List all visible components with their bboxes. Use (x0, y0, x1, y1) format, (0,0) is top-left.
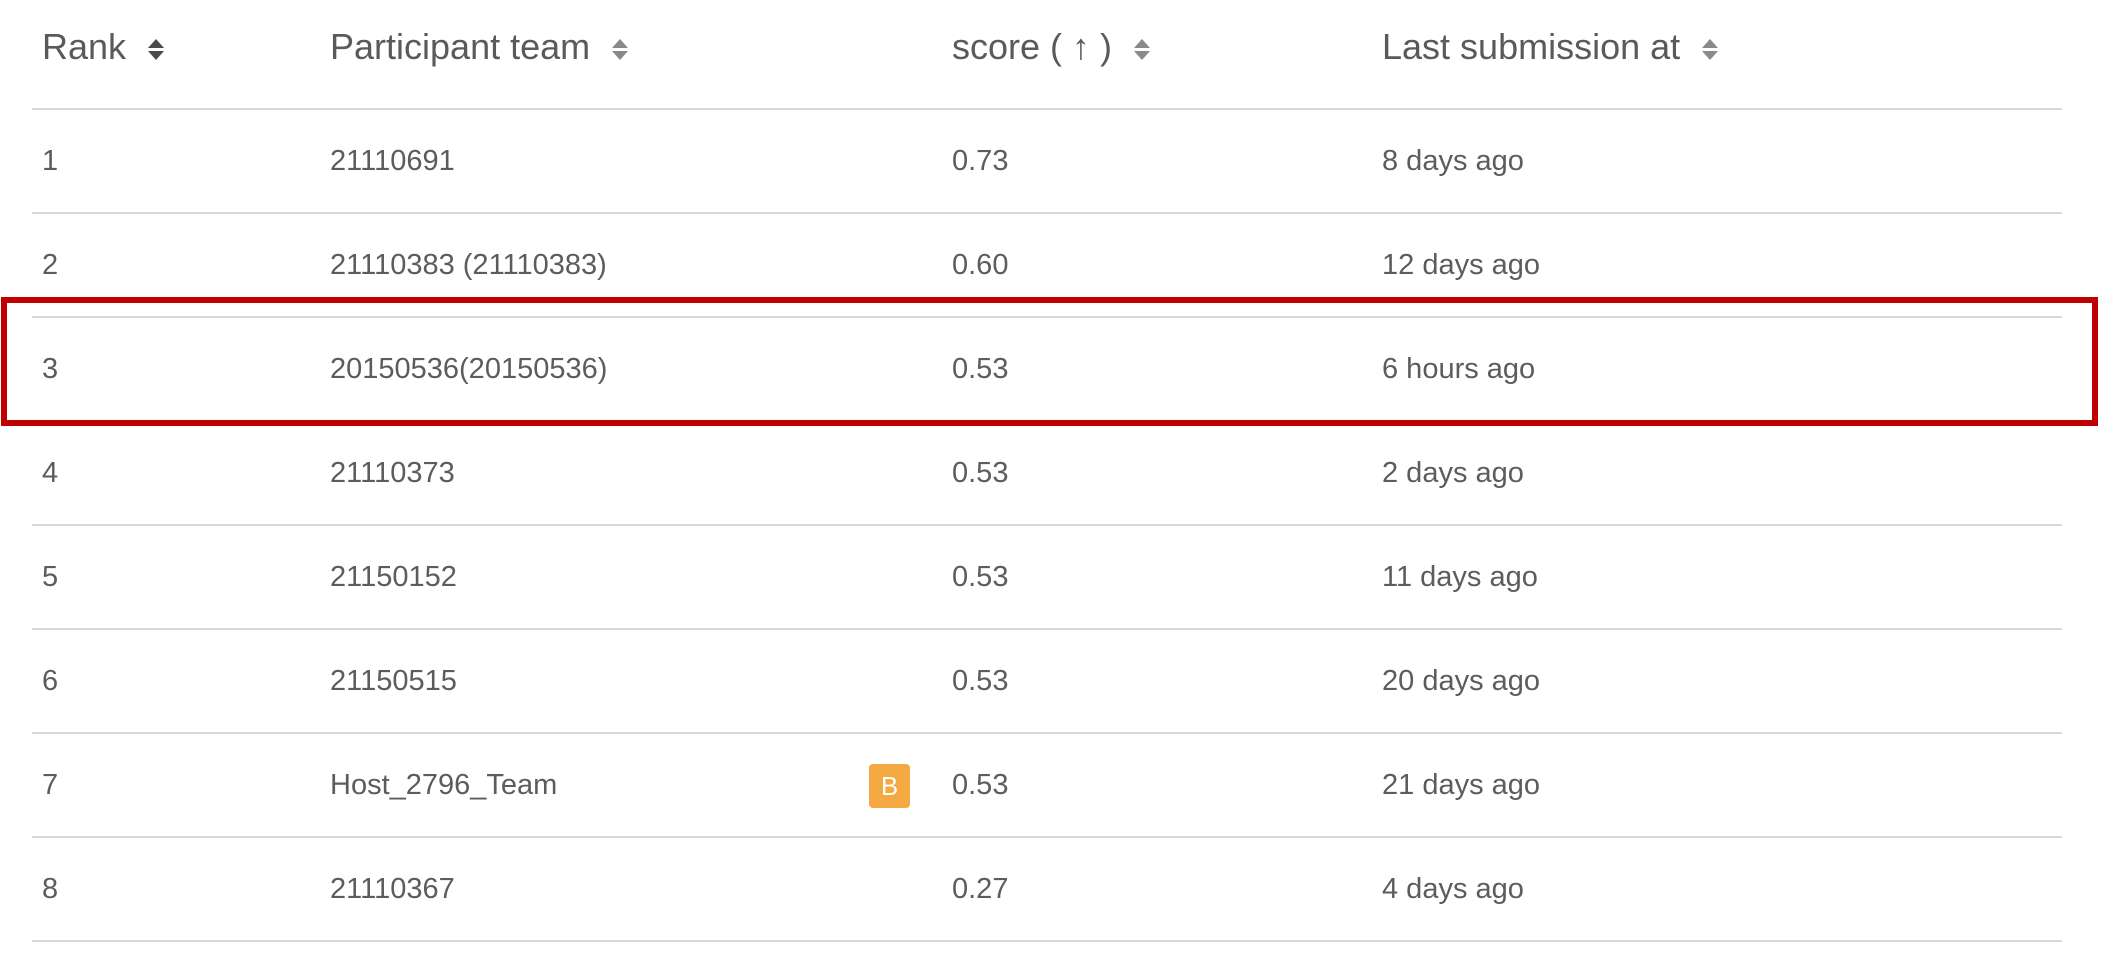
header-score[interactable]: score ( ↑ ) (952, 0, 1151, 94)
score-cell: 0.27 (952, 872, 1009, 905)
table-row: 8 21110367 0.27 4 days ago (32, 838, 2062, 942)
team-cell: 20150536(20150536) (330, 352, 608, 385)
header-rank-label: Rank (42, 26, 127, 67)
table-row: 7 Host_2796_Team B 0.53 21 days ago (32, 734, 2062, 838)
sort-icon[interactable] (148, 38, 165, 62)
team-cell: 21110691 (330, 144, 455, 177)
team-cell: 21110383 (21110383) (330, 248, 607, 281)
header-team-label: Participant team (330, 26, 591, 67)
time-cell: 20 days ago (1382, 664, 1541, 697)
rank-cell: 8 (42, 872, 59, 905)
table-row: 2 21110383 (21110383) 0.60 12 days ago (32, 214, 2062, 318)
time-cell: 21 days ago (1382, 768, 1541, 801)
score-cell: 0.53 (952, 560, 1009, 593)
sort-icon[interactable] (1702, 38, 1719, 62)
header-team[interactable]: Participant team (330, 0, 629, 94)
table-row: 5 21150152 0.53 11 days ago (32, 526, 2062, 630)
table-row: 4 21110373 0.53 2 days ago (32, 422, 2062, 526)
score-cell: 0.53 (952, 352, 1009, 385)
team-cell: 21110367 (330, 872, 455, 905)
time-cell: 8 days ago (1382, 144, 1524, 177)
time-cell: 11 days ago (1382, 560, 1538, 593)
time-cell: 4 days ago (1382, 872, 1524, 905)
rank-cell: 7 (42, 768, 59, 801)
sort-icon[interactable] (612, 38, 629, 62)
team-cell: 21150515 (330, 664, 457, 697)
sort-icon[interactable] (1134, 38, 1151, 62)
table-row: 1 21110691 0.73 8 days ago (32, 110, 2062, 214)
rank-cell: 5 (42, 560, 59, 593)
rank-cell: 2 (42, 248, 59, 281)
baseline-badge-icon: B (869, 764, 910, 808)
score-cell: 0.73 (952, 144, 1009, 177)
team-cell: 21110373 (330, 456, 455, 489)
table-header: Rank Participant team score ( ↑ ) Last s… (32, 0, 2062, 110)
table-row: 6 21150515 0.53 20 days ago (32, 630, 2062, 734)
header-score-label: score ( ↑ ) (952, 26, 1113, 67)
table-row-highlighted: 3 20150536(20150536) 0.53 6 hours ago (32, 318, 2062, 422)
time-cell: 2 days ago (1382, 456, 1524, 489)
score-cell: 0.53 (952, 664, 1009, 697)
time-cell: 12 days ago (1382, 248, 1541, 281)
score-cell: 0.53 (952, 456, 1009, 489)
rank-cell: 4 (42, 456, 59, 489)
time-cell: 6 hours ago (1382, 352, 1536, 385)
score-cell: 0.60 (952, 248, 1009, 281)
header-rank[interactable]: Rank (42, 0, 165, 94)
rank-cell: 6 (42, 664, 59, 697)
rank-cell: 1 (42, 144, 59, 177)
header-time[interactable]: Last submission at (1382, 0, 1719, 94)
header-time-label: Last submission at (1382, 26, 1681, 67)
leaderboard-table: Rank Participant team score ( ↑ ) Last s… (32, 0, 2062, 942)
team-cell: Host_2796_Team (330, 768, 558, 801)
team-cell: 21150152 (330, 560, 457, 593)
rank-cell: 3 (42, 352, 59, 385)
score-cell: 0.53 (952, 768, 1009, 801)
